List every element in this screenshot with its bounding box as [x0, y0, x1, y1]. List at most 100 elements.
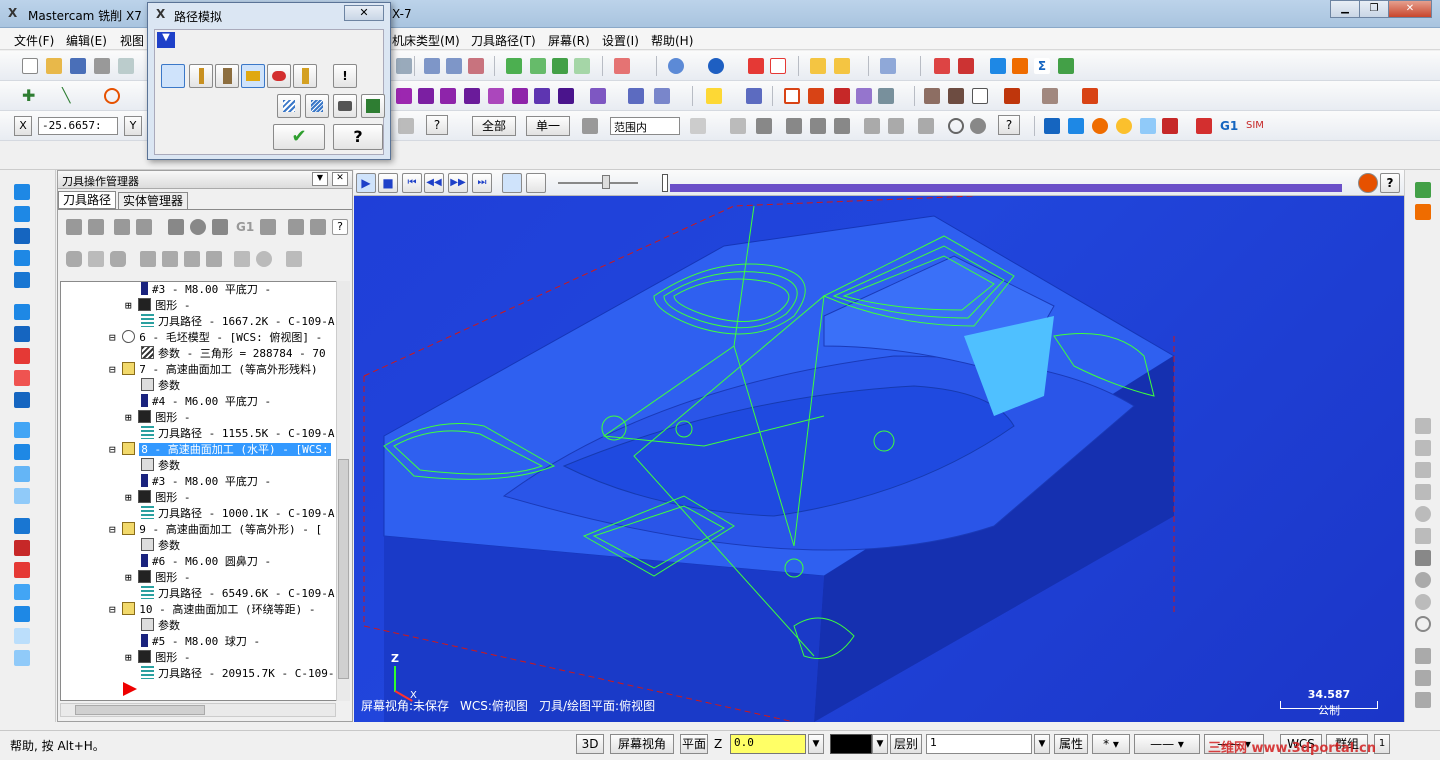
- warning-icon[interactable]: [1358, 173, 1378, 193]
- multi-pencil-icon[interactable]: [834, 58, 850, 74]
- tab-toolpaths[interactable]: 刀具路径: [58, 191, 117, 209]
- curve-7-icon[interactable]: [534, 88, 550, 104]
- view-cube-icon[interactable]: [1415, 182, 1431, 198]
- step-all-icon[interactable]: [305, 94, 329, 118]
- 3d-toggle-button[interactable]: 3D: [576, 734, 604, 754]
- arc-icon[interactable]: [14, 228, 30, 244]
- tree-item[interactable]: #4 - M6.00 平底刀 -: [141, 394, 271, 410]
- analyze-11-icon[interactable]: [1415, 648, 1431, 664]
- verify-2-icon[interactable]: [1068, 118, 1084, 134]
- analyze-12-icon[interactable]: [1415, 670, 1431, 686]
- verify-3-icon[interactable]: [1092, 118, 1108, 134]
- wireframe-icon[interactable]: [770, 58, 786, 74]
- attributes-button[interactable]: 属性: [1054, 734, 1088, 754]
- xform-2-icon[interactable]: [948, 88, 964, 104]
- select-all-button[interactable]: 全部: [472, 116, 516, 136]
- help-2-button[interactable]: ?: [998, 115, 1020, 135]
- delete-ops-icon[interactable]: [310, 219, 326, 235]
- x-coordinate-field[interactable]: -25.6657:: [38, 117, 118, 135]
- box-icon[interactable]: [14, 304, 30, 320]
- page-1-button[interactable]: 1: [1374, 734, 1390, 754]
- xform-3-icon[interactable]: [972, 88, 988, 104]
- z-dropdown-button[interactable]: ▼: [808, 734, 824, 754]
- view-tool-2-icon[interactable]: [446, 58, 462, 74]
- plus-icon[interactable]: ✚: [22, 88, 38, 104]
- plane-button[interactable]: 平面: [680, 734, 708, 754]
- view-tool-1-icon[interactable]: [424, 58, 440, 74]
- toggle-post-icon[interactable]: [110, 251, 126, 267]
- scroll-icon[interactable]: [206, 251, 222, 267]
- options-icon[interactable]: [286, 251, 302, 267]
- circle-icon[interactable]: [104, 88, 120, 104]
- menu-edit[interactable]: 编辑(E): [66, 32, 107, 49]
- backplot-icon[interactable]: [168, 219, 184, 235]
- line-icon[interactable]: ╲: [62, 88, 78, 104]
- panel-close-button[interactable]: ✕: [332, 172, 348, 186]
- surface-4-icon[interactable]: [14, 650, 30, 666]
- tree-item[interactable]: ⊟ 10 - 高速曲面加工 (环绕等距) -: [109, 602, 315, 618]
- move-up-icon[interactable]: [162, 251, 178, 267]
- panel-dropdown-button[interactable]: ▼: [312, 172, 328, 186]
- section-icon[interactable]: [834, 88, 850, 104]
- xform-5-icon[interactable]: [1042, 88, 1058, 104]
- analyze-13-icon[interactable]: [1415, 692, 1431, 708]
- run-icon[interactable]: [1058, 58, 1074, 74]
- move-down-icon[interactable]: [140, 251, 156, 267]
- shape-icon[interactable]: [14, 272, 30, 288]
- simulate-icon[interactable]: [212, 219, 228, 235]
- regen-dirty-icon[interactable]: [136, 219, 152, 235]
- tree-item[interactable]: ⊞ 图形 -: [125, 490, 191, 506]
- trim-icon[interactable]: [14, 488, 30, 504]
- curve-2-icon[interactable]: [418, 88, 434, 104]
- show-all-icon[interactable]: [256, 251, 272, 267]
- rotate-icon[interactable]: [14, 206, 30, 222]
- cancel-circle-icon[interactable]: [948, 118, 964, 134]
- menu-toolpaths[interactable]: 刀具路径(T): [471, 32, 536, 49]
- analyze-5-icon[interactable]: [1415, 506, 1431, 522]
- insert-arrow-marker-icon[interactable]: [123, 682, 137, 696]
- edit-1-icon[interactable]: [590, 88, 606, 104]
- color-dropdown-button[interactable]: ▼: [872, 734, 888, 754]
- tree-scroll-thumb[interactable]: [338, 459, 349, 679]
- curve-3-icon[interactable]: [440, 88, 456, 104]
- chain-icon[interactable]: [958, 58, 974, 74]
- shaded-icon[interactable]: [748, 58, 764, 74]
- tree-vertical-scrollbar[interactable]: [336, 281, 350, 701]
- analyze-9-icon[interactable]: [1415, 594, 1431, 610]
- tree-item[interactable]: ⊟ 8 - 高速曲面加工 (水平) - [WCS:: [109, 442, 331, 458]
- print-preview-icon[interactable]: [118, 58, 134, 74]
- xform-1-icon[interactable]: [924, 88, 940, 104]
- toolpath-icon[interactable]: [1196, 118, 1212, 134]
- tree-hscroll-thumb[interactable]: [75, 705, 205, 715]
- tree-item[interactable]: 参数: [141, 538, 180, 554]
- tree-item[interactable]: 刀具路径 - 1155.5K - C-109-A: [141, 426, 334, 442]
- z-depth-field[interactable]: 0.0: [730, 734, 806, 754]
- light-icon[interactable]: [706, 88, 722, 104]
- go-start-button[interactable]: ⏮: [402, 173, 422, 193]
- window-select-icon[interactable]: [690, 118, 706, 134]
- selected-operation[interactable]: 8 - 高速曲面加工 (水平) - [WCS:: [139, 443, 331, 456]
- curve-8-icon[interactable]: [558, 88, 574, 104]
- tree-item[interactable]: ⊞ 图形 -: [125, 650, 191, 666]
- menu-help[interactable]: 帮助(H): [651, 32, 693, 49]
- query-icon[interactable]: [934, 58, 950, 74]
- analyze-7-icon[interactable]: [1415, 550, 1431, 566]
- zoom-icon[interactable]: [396, 58, 412, 74]
- grid-icon[interactable]: [808, 88, 824, 104]
- analyze-icon[interactable]: [880, 58, 896, 74]
- sim-help-button[interactable]: ?: [1380, 173, 1400, 193]
- lock-icon[interactable]: [66, 251, 82, 267]
- show-holder-icon[interactable]: [215, 64, 239, 88]
- save-geometry-icon[interactable]: [361, 94, 385, 118]
- tree-item[interactable]: ⊟ 9 - 高速曲面加工 (等高外形) - [: [109, 522, 322, 538]
- post-icon[interactable]: [260, 219, 276, 235]
- screen-view-button[interactable]: 屏幕视角: [610, 734, 674, 754]
- draft-icon[interactable]: [14, 466, 30, 482]
- curve-6-icon[interactable]: [512, 88, 528, 104]
- dialog-info-button[interactable]: !: [333, 64, 357, 88]
- range-select[interactable]: 范围内: [610, 117, 680, 135]
- insert-arrow-icon[interactable]: [184, 251, 200, 267]
- verify-6-icon[interactable]: [1162, 118, 1178, 134]
- curve-5-icon[interactable]: [488, 88, 504, 104]
- solid-icon[interactable]: [1012, 58, 1028, 74]
